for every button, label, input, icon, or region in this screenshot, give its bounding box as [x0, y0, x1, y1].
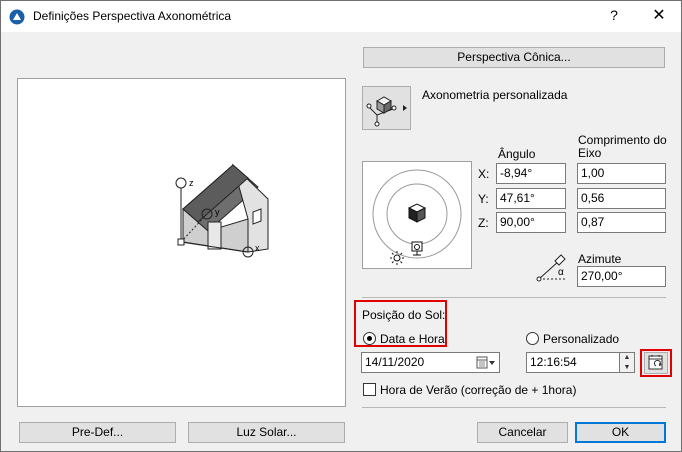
x-axis-row-label: X:: [478, 167, 490, 181]
door-shape: [207, 221, 222, 250]
time-up-arrow-icon[interactable]: ▲: [620, 353, 634, 362]
date-field[interactable]: 14/11/2020: [361, 352, 500, 373]
calendar-sync-icon: [648, 355, 663, 370]
cancel-button[interactable]: Cancelar: [477, 422, 568, 443]
separator: [362, 297, 666, 298]
y-axis-label: y: [215, 207, 220, 217]
z-axis-handle[interactable]: [175, 177, 187, 189]
azimuth-field[interactable]: 270,00°: [577, 266, 666, 287]
x-angle-field[interactable]: -8,94°: [496, 163, 566, 184]
axonometry-preview: z y x: [17, 78, 346, 407]
date-value: 14/11/2020: [365, 355, 425, 369]
azimuth-icon: α: [536, 254, 567, 282]
axonometry-cube-icon: [366, 96, 407, 127]
x-length-field[interactable]: 1,00: [577, 163, 666, 184]
separator: [362, 407, 666, 408]
calendar-sync-button[interactable]: [644, 352, 668, 374]
y-angle-field[interactable]: 47,61°: [496, 188, 566, 209]
conic-perspective-button[interactable]: Perspectiva Cônica...: [363, 47, 665, 68]
window-shape: [252, 208, 262, 225]
y-axis-row-label: Y:: [478, 192, 489, 206]
dst-checkbox[interactable]: [363, 383, 376, 396]
time-field[interactable]: 12:16:54: [526, 352, 620, 373]
sun-position-label: Posição do Sol:: [362, 308, 446, 322]
help-button[interactable]: ?: [604, 7, 624, 23]
calendar-icon[interactable]: [476, 356, 496, 369]
azimuth-label: Azimute: [578, 252, 622, 266]
axis-length-header: Comprimento do Eixo: [578, 133, 667, 160]
dst-checkbox-label[interactable]: Hora de Verão (correção de + 1hora): [380, 383, 576, 397]
axonometry-mode-label: Axonometria personalizada: [422, 88, 568, 102]
dialog-window: Definições Perspectiva Axonométrica ? ✕: [0, 0, 682, 452]
date-time-radio[interactable]: [363, 332, 376, 345]
origin-handle[interactable]: [177, 238, 185, 246]
z-length-field[interactable]: 0,87: [577, 212, 666, 233]
time-stepper[interactable]: ▲ ▼: [619, 352, 635, 373]
sunlight-button[interactable]: Luz Solar...: [188, 422, 345, 443]
angle-header: Ângulo: [498, 147, 536, 161]
z-axis-row-label: Z:: [478, 216, 489, 230]
camera-icon[interactable]: [411, 241, 423, 256]
x-axis-label: x: [255, 243, 260, 253]
archicad-icon: [9, 9, 25, 25]
window-title: Definições Perspectiva Axonométrica: [33, 9, 232, 23]
axonometry-mode-button[interactable]: [362, 86, 411, 130]
predef-button[interactable]: Pre-Def...: [19, 422, 176, 443]
custom-radio[interactable]: [526, 332, 539, 345]
close-button[interactable]: ✕: [646, 5, 672, 25]
z-axis-label: z: [189, 178, 194, 188]
title-bar[interactable]: Definições Perspectiva Axonométrica ? ✕: [1, 1, 681, 32]
custom-radio-label[interactable]: Personalizado: [543, 332, 619, 346]
y-length-field[interactable]: 0,56: [577, 188, 666, 209]
date-time-radio-label[interactable]: Data e Hora: [380, 332, 445, 346]
z-angle-field[interactable]: 90,00°: [496, 212, 566, 233]
cube-icon: [407, 203, 427, 223]
ok-button[interactable]: OK: [575, 422, 666, 443]
house-preview-drawing: z y x: [175, 163, 269, 258]
orientation-dial[interactable]: [362, 161, 472, 269]
time-down-arrow-icon[interactable]: ▼: [620, 363, 634, 372]
azimuth-symbol: α: [558, 267, 564, 278]
